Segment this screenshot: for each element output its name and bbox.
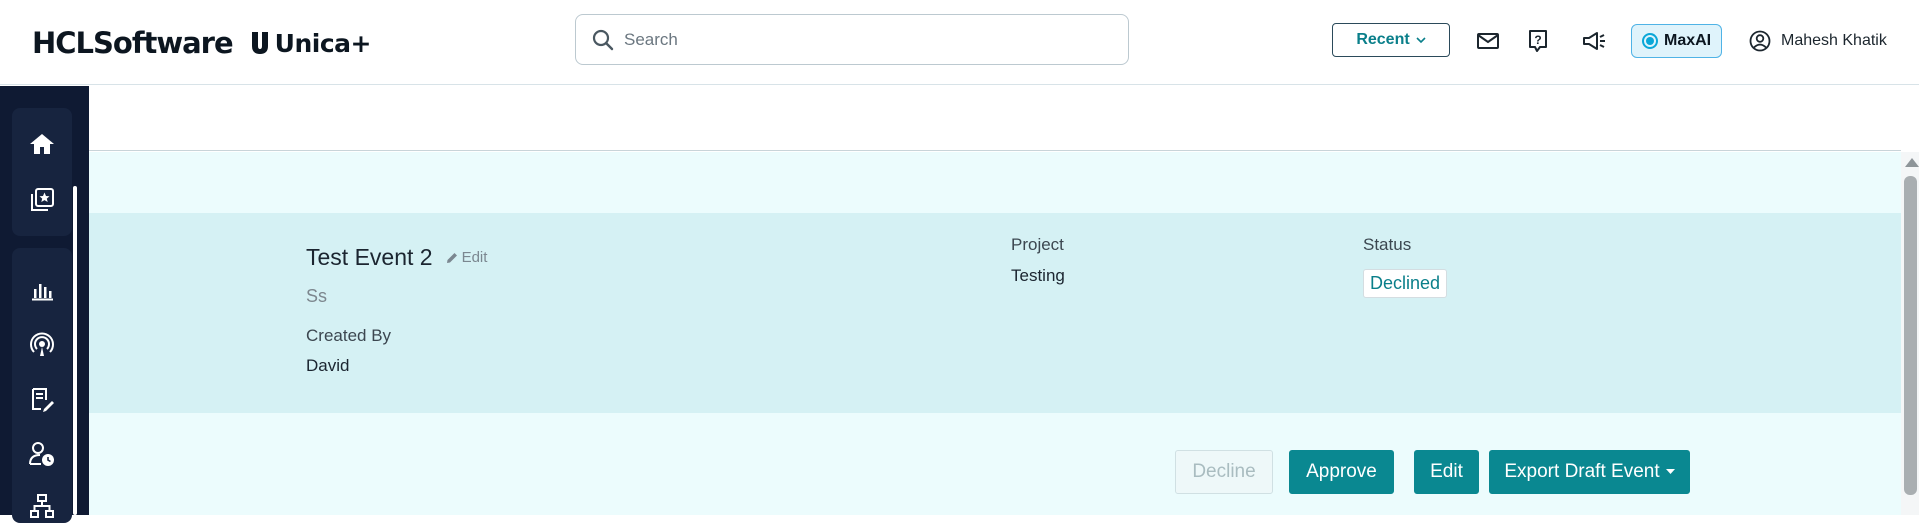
chevron-down-icon xyxy=(1416,36,1426,43)
brand-logo[interactable]: HCLSoftware Unica+ xyxy=(32,26,371,60)
maxai-label: MaxAI xyxy=(1664,32,1712,49)
global-search[interactable] xyxy=(575,14,1129,65)
plans-icon[interactable] xyxy=(12,380,72,420)
export-label: Export Draft Event xyxy=(1504,461,1660,482)
favorites-icon[interactable] xyxy=(12,180,72,220)
announcement-icon[interactable] xyxy=(1581,28,1607,54)
home-icon[interactable] xyxy=(12,124,72,164)
project-label: Project xyxy=(1011,235,1064,254)
user-clock-icon[interactable] xyxy=(12,434,72,474)
mail-icon[interactable] xyxy=(1475,28,1501,54)
caret-down-icon xyxy=(1665,469,1675,474)
pencil-icon xyxy=(446,252,457,263)
edit-title-link[interactable]: Edit xyxy=(445,249,488,266)
event-summary-band xyxy=(89,213,1901,413)
created-by-value: David xyxy=(306,356,350,375)
user-name: Mahesh Khatik xyxy=(1781,32,1887,49)
edit-title-label: Edit xyxy=(461,249,488,266)
search-icon xyxy=(592,29,614,50)
edit-button[interactable]: Edit xyxy=(1414,450,1479,494)
brand-unica: Unica+ xyxy=(249,29,371,58)
scroll-up-arrow-icon[interactable] xyxy=(1905,158,1919,167)
export-draft-event-button[interactable]: Export Draft Event xyxy=(1489,450,1690,494)
hierarchy-icon[interactable] xyxy=(12,486,72,526)
user-menu[interactable]: Mahesh Khatik xyxy=(1749,28,1887,54)
event-title: Test Event 2 xyxy=(306,244,433,270)
event-subtitle: Ss xyxy=(306,286,328,306)
nav-group-secondary xyxy=(12,248,72,523)
status-label: Status xyxy=(1363,235,1412,254)
svg-text:?: ? xyxy=(1534,33,1541,47)
main-content: Test Event 2 Edit Ss Created By David Pr… xyxy=(89,86,1919,515)
scroll-thumb[interactable] xyxy=(1904,176,1917,495)
recent-label: Recent xyxy=(1356,31,1410,48)
nav-scrollbar[interactable] xyxy=(73,186,77,515)
unica-logo-icon xyxy=(251,32,268,54)
user-avatar-icon xyxy=(1749,30,1771,52)
decline-button[interactable]: Decline xyxy=(1175,450,1273,494)
top-header: HCLSoftware Unica+ Recent ? xyxy=(0,0,1919,85)
recent-dropdown-button[interactable]: Recent xyxy=(1332,23,1450,57)
broadcast-icon[interactable] xyxy=(12,325,72,365)
maxai-icon xyxy=(1642,33,1658,49)
nav-group-primary xyxy=(12,108,72,236)
brand-unica-text: Unica+ xyxy=(274,28,372,58)
maxai-button[interactable]: MaxAI xyxy=(1631,24,1722,58)
analytics-icon[interactable] xyxy=(12,270,72,310)
toolbar-area xyxy=(89,86,1901,151)
created-by-label: Created By xyxy=(306,326,392,345)
search-input[interactable] xyxy=(624,29,1104,50)
content-scrollbar[interactable] xyxy=(1901,152,1919,515)
brand-hcl-text: HCLSoftware xyxy=(32,26,234,60)
project-value: Testing xyxy=(1011,266,1065,285)
help-icon[interactable]: ? xyxy=(1525,28,1551,54)
event-title-row: Test Event 2 Edit xyxy=(306,244,487,271)
status-badge: Declined xyxy=(1363,269,1448,298)
left-navigation xyxy=(0,86,89,523)
approve-button[interactable]: Approve xyxy=(1289,450,1394,494)
